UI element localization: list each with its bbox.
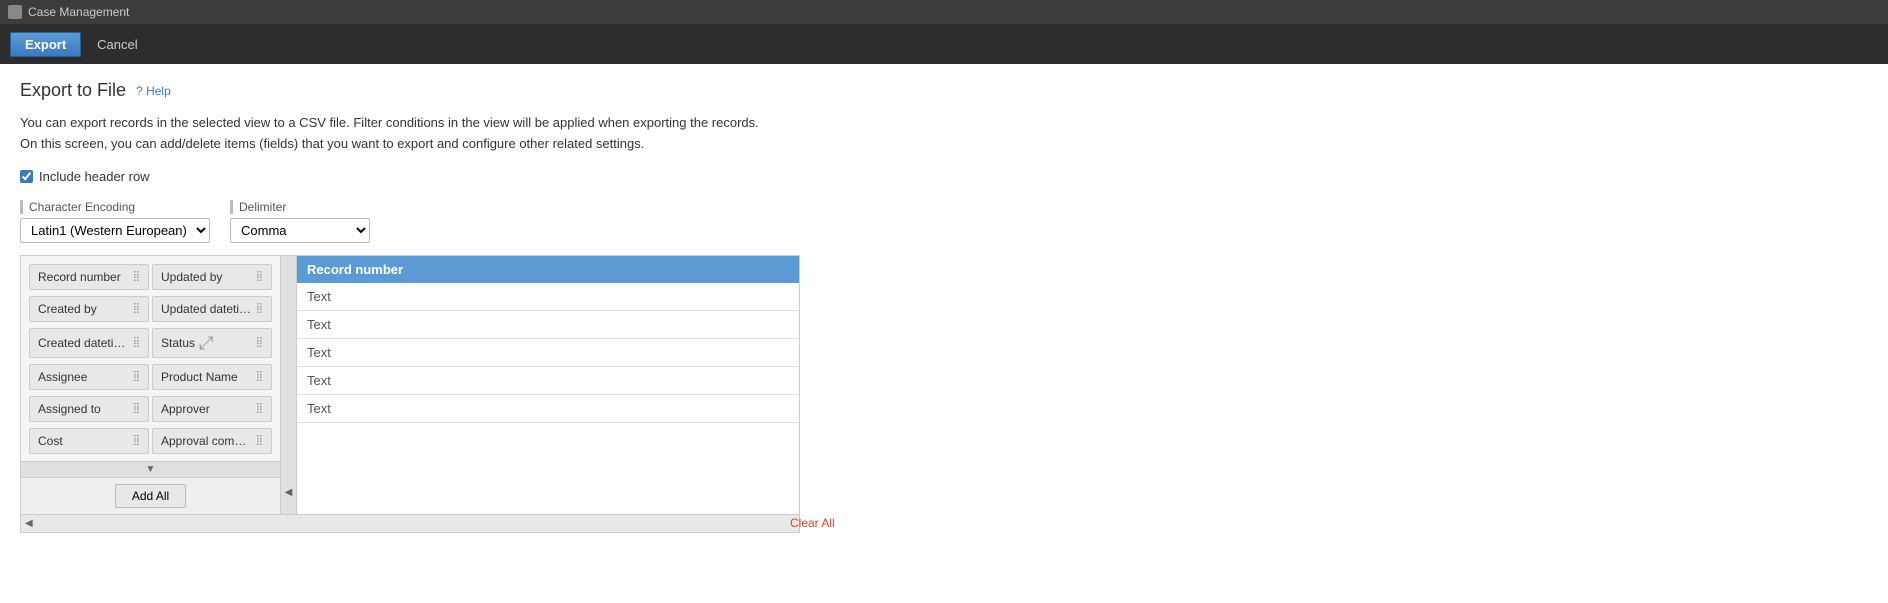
app-title: Case Management [28,5,129,19]
clear-all-link[interactable]: Clear All [790,516,843,530]
app-icon [8,5,22,19]
drag-handle-status: ⣿ [256,337,263,348]
field-product-name[interactable]: Product Name ⣿ [152,364,272,390]
field-approver[interactable]: Approver ⣿ [152,396,272,422]
drag-handle-created-by: ⣿ [133,303,140,314]
cursor-icon: ⤢ [199,334,213,352]
page-title: Export to File [20,80,126,101]
drag-handle-product-name: ⣿ [256,371,263,382]
drag-handle-assignee: ⣿ [133,371,140,382]
drag-handle-approval-comment: ⣿ [256,435,263,446]
field-record-number[interactable]: Record number ⣿ [29,264,149,290]
description-line1: You can export records in the selected v… [20,113,1868,134]
page-title-row: Export to File Help [20,80,1868,101]
drag-handle-created-datetime: ⣿ [133,337,140,348]
character-encoding-select[interactable]: Latin1 (Western European) UTF-8 Shift-JI… [20,218,210,243]
panel-scroll-area: ◀ [281,256,297,514]
include-header-row: Include header row [20,169,1868,184]
help-link[interactable]: Help [136,84,171,98]
title-bar: Case Management [0,0,1888,24]
bottom-bar: ◀ Clear All [20,515,800,533]
right-field-text-3: Text [297,339,799,367]
export-button[interactable]: Export [10,32,81,57]
cancel-button[interactable]: Cancel [87,33,147,56]
field-cost[interactable]: Cost ⣿ [29,428,149,454]
right-field-text-5: Text [297,395,799,423]
drag-handle-approver: ⣿ [256,403,263,414]
right-field-text-2: Text [297,311,799,339]
field-list: Record number ⣿ Updated by ⣿ Created by … [21,256,280,461]
drag-handle-cost: ⣿ [133,435,140,446]
scroll-down-arrow[interactable]: ▼ [21,461,280,477]
field-assigned-to[interactable]: Assigned to ⣿ [29,396,149,422]
field-approval-comment[interactable]: Approval com… ⣿ [152,428,272,454]
toolbar: Export Cancel [0,24,1888,64]
character-encoding-label: Character Encoding [20,200,210,214]
description: You can export records in the selected v… [20,113,1868,155]
field-updated-by[interactable]: Updated by ⣿ [152,264,272,290]
h-scroll-left[interactable]: ◀ [21,518,37,529]
add-all-button[interactable]: Add All [115,484,186,508]
drag-handle-record-number: ⣿ [133,271,140,282]
left-scroll-arrow[interactable]: ◀ [285,487,293,498]
field-created-datetime[interactable]: Created dateti… ⣿ [29,328,149,358]
field-updated-datetime[interactable]: Updated dateti… ⣿ [152,296,272,322]
include-header-label: Include header row [39,169,150,184]
add-all-row: Add All [21,477,280,514]
right-panel: Record number Text Text Text Text Text [297,256,799,514]
include-header-checkbox[interactable] [20,170,33,183]
field-status[interactable]: Status ⤢ ⣿ [152,328,272,358]
right-field-text-1: Text [297,283,799,311]
delimiter-label: Delimiter [230,200,370,214]
settings-row: Character Encoding Latin1 (Western Europ… [20,200,1868,243]
character-encoding-group: Character Encoding Latin1 (Western Europ… [20,200,210,243]
right-field-text-4: Text [297,367,799,395]
delimiter-group: Delimiter Comma Tab Semicolon [230,200,370,243]
description-line2: On this screen, you can add/delete items… [20,134,1868,155]
left-panel: Record number ⣿ Updated by ⣿ Created by … [21,256,281,514]
drag-handle-updated-by: ⣿ [256,271,263,282]
drag-handle-assigned-to: ⣿ [133,403,140,414]
delimiter-select[interactable]: Comma Tab Semicolon [230,218,370,243]
drag-handle-updated-datetime: ⣿ [256,303,263,314]
fields-area: Record number ⣿ Updated by ⣿ Created by … [20,255,800,515]
field-created-by[interactable]: Created by ⣿ [29,296,149,322]
main-content: Export to File Help You can export recor… [0,64,1888,549]
field-assignee[interactable]: Assignee ⣿ [29,364,149,390]
field-grid: Record number ⣿ Updated by ⣿ Created by … [25,260,276,461]
right-panel-header: Record number [297,256,799,283]
